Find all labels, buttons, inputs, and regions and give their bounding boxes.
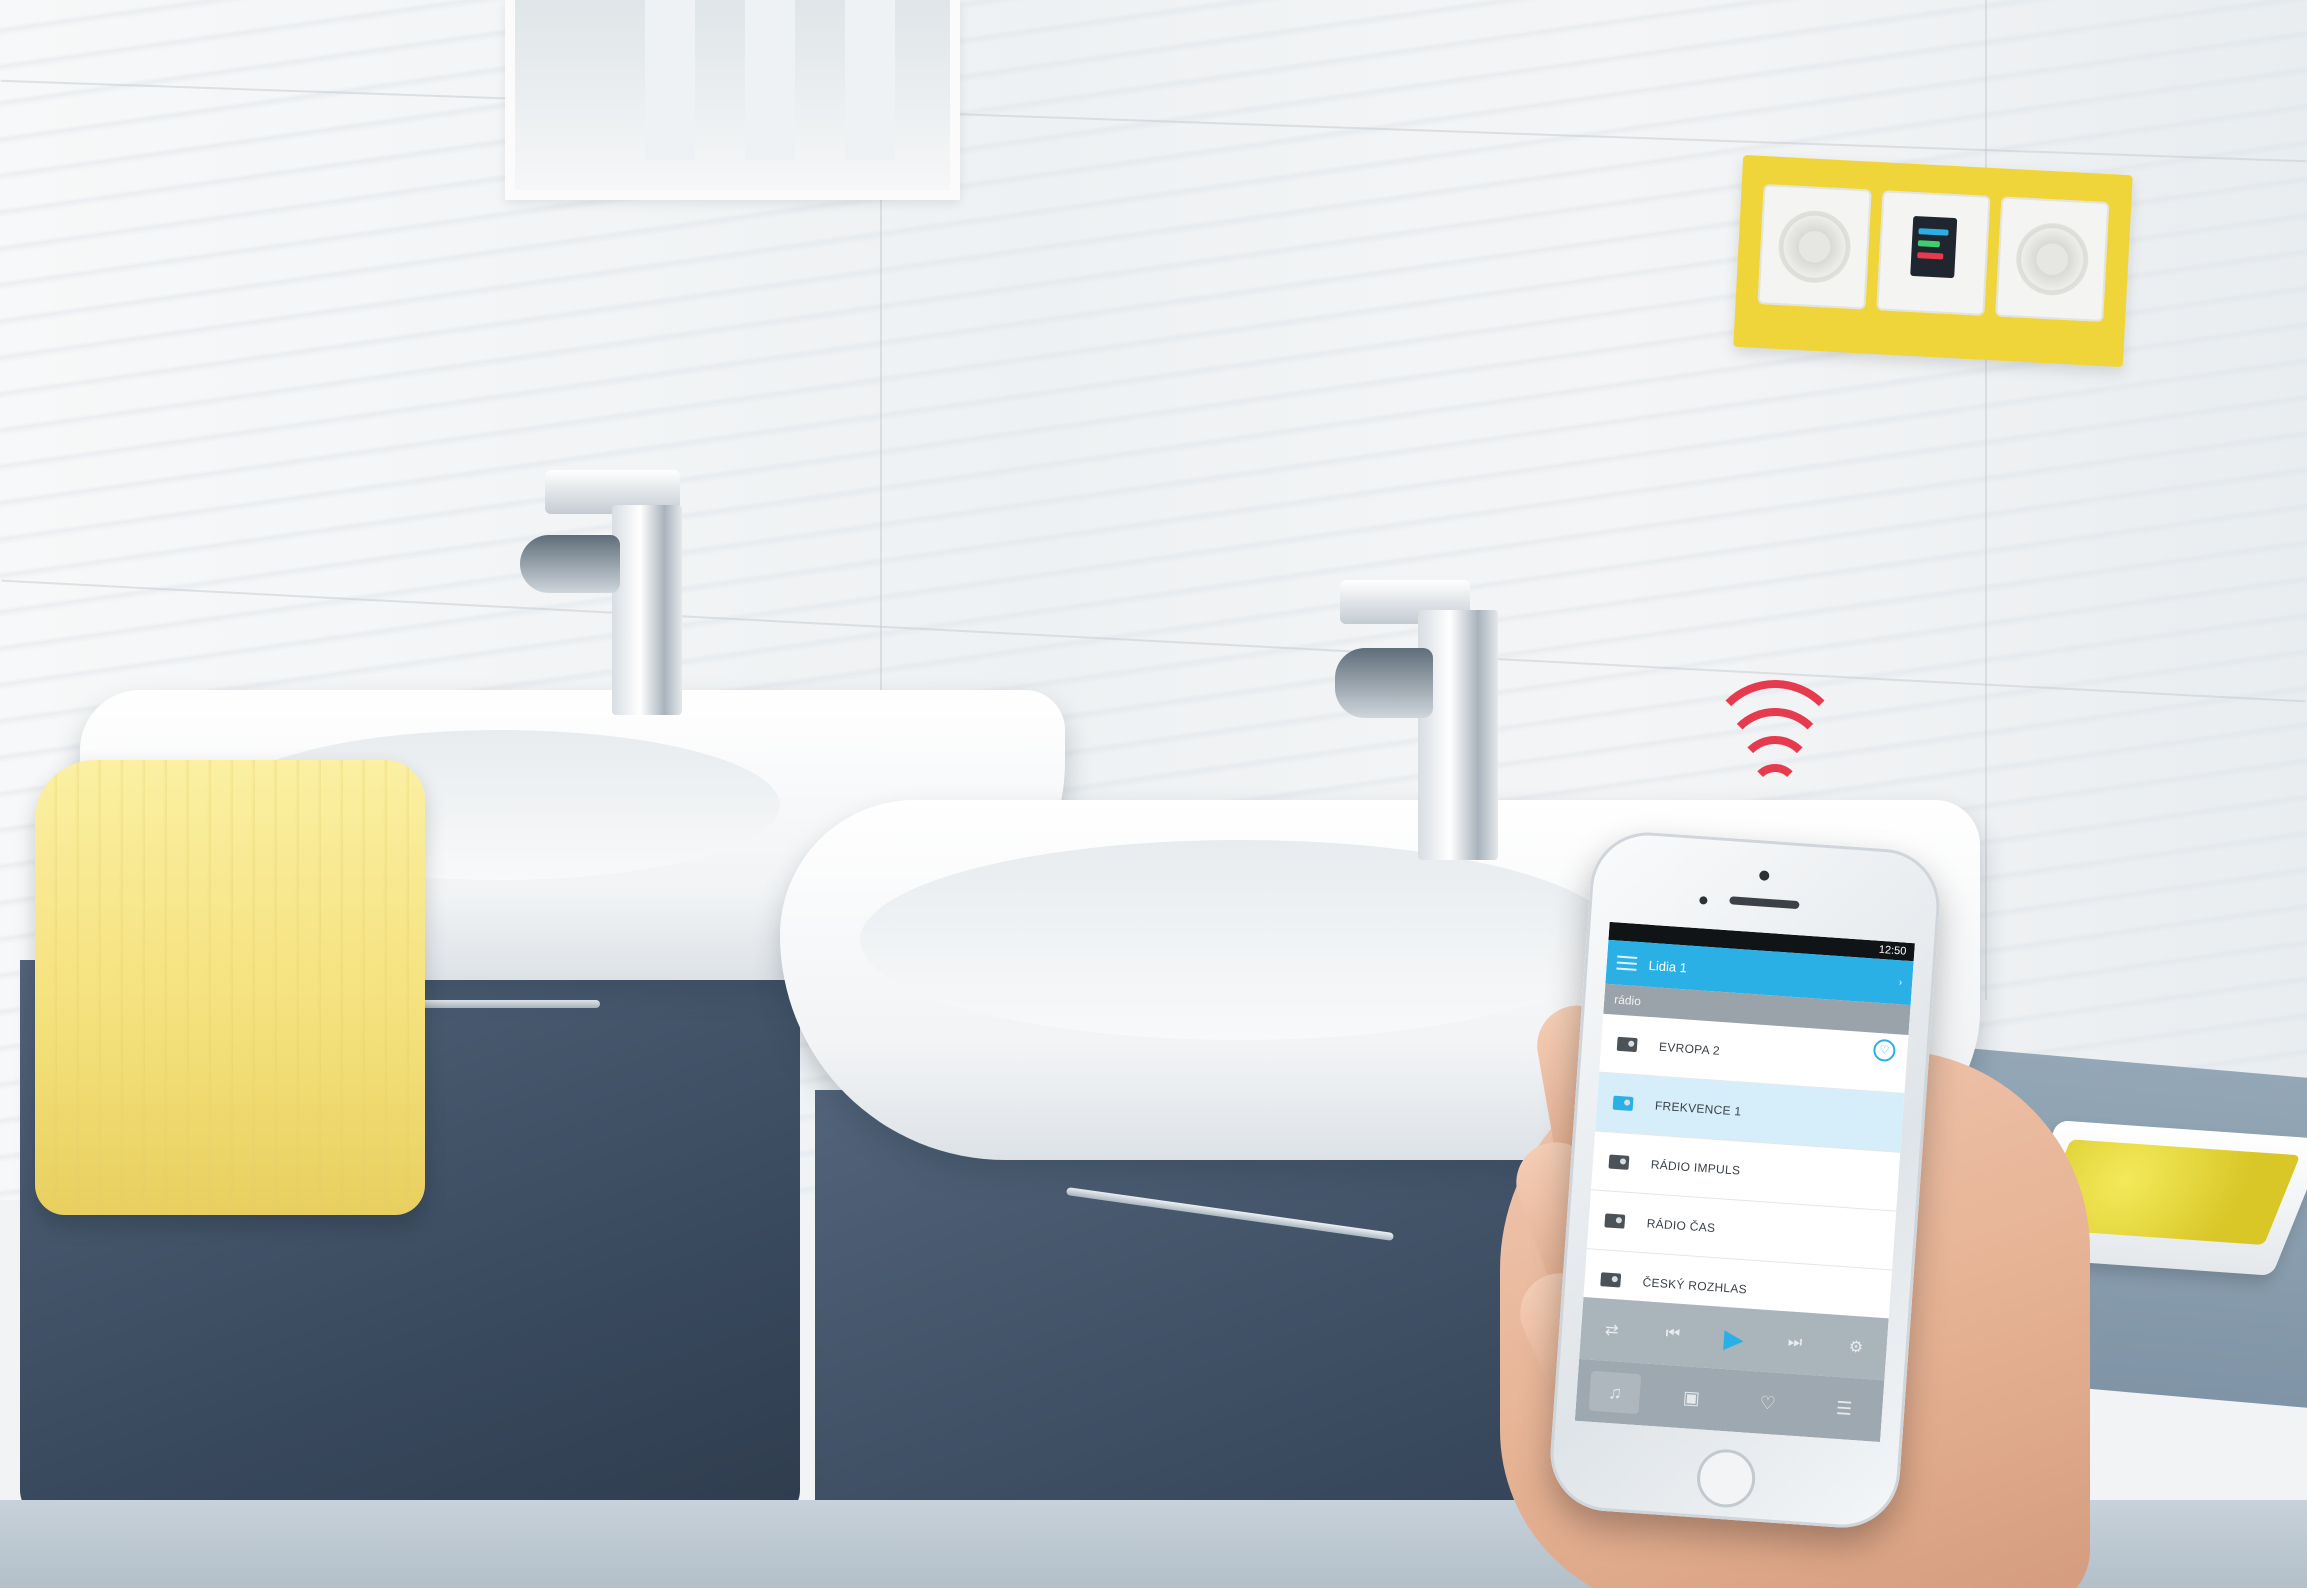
mirror-reflection: [745, 0, 795, 160]
earpiece-speaker: [1729, 896, 1800, 910]
settings-icon[interactable]: ⚙: [1840, 1336, 1871, 1358]
radio-display: [1910, 215, 1958, 279]
mirror-reflection: [645, 0, 695, 160]
wireless-signal-icon: [1705, 680, 1845, 830]
radio-icon: [1600, 1272, 1622, 1288]
station-name: ČESKÝ ROZHLAS: [1642, 1275, 1748, 1297]
station-name: RÁDIO IMPULS: [1650, 1157, 1741, 1178]
radio-icon: [1608, 1154, 1630, 1170]
left-speaker: [1757, 184, 1872, 310]
sink-basin: [860, 840, 1620, 1040]
radio-icon: [1616, 1036, 1638, 1053]
wall-radio-unit: [1733, 154, 2133, 368]
next-icon[interactable]: ⏭: [1779, 1333, 1810, 1353]
cabinet-handle: [1066, 1187, 1394, 1241]
speaker-grill: [1776, 208, 1853, 285]
status-time: 12:50: [1878, 943, 1907, 958]
play-icon[interactable]: ▶: [1718, 1322, 1750, 1355]
mirror-reflection: [845, 0, 895, 160]
tile-seam: [1985, 0, 1987, 1000]
station-name: RÁDIO ČAS: [1646, 1216, 1716, 1236]
radio-icon: [1612, 1095, 1634, 1111]
front-camera: [1758, 870, 1770, 881]
hamburger-menu-icon[interactable]: [1616, 955, 1638, 971]
yellow-towel: [35, 760, 425, 1215]
home-button[interactable]: [1695, 1447, 1758, 1510]
display-bar: [1917, 252, 1944, 260]
station-list: EVROPA 2 ♡ FREKVENCE 1 RÁDIO IMPULS RÁDI…: [1582, 1013, 1909, 1330]
display-bar: [1917, 240, 1941, 248]
mirror: [505, 0, 960, 200]
previous-icon[interactable]: ⏮: [1657, 1324, 1688, 1344]
shuffle-icon[interactable]: ⇄: [1596, 1319, 1627, 1341]
zone-title: Lidia 1: [1648, 957, 1688, 975]
station-name: EVROPA 2: [1658, 1039, 1721, 1058]
radio-icon: [1604, 1213, 1626, 1229]
favorites-tab-icon[interactable]: ♡: [1741, 1381, 1794, 1424]
phone-screen: 12:50 Lidia 1 › rádio EVROPA 2 ♡ FREKVEN…: [1574, 921, 1915, 1443]
faucet-body: [612, 505, 682, 715]
proximity-sensor: [1699, 896, 1708, 905]
speaker-grill: [2014, 221, 2091, 298]
stations-tab-icon[interactable]: ☰: [1818, 1387, 1871, 1430]
radio-tab-icon[interactable]: ♫: [1588, 1370, 1642, 1415]
signal-arc: [1750, 764, 1800, 814]
favorite-heart-icon[interactable]: ♡: [1872, 1038, 1897, 1063]
bathroom-scene: 12:50 Lidia 1 › rádio EVROPA 2 ♡ FREKVEN…: [0, 0, 2307, 1588]
smartphone: 12:50 Lidia 1 › rádio EVROPA 2 ♡ FREKVEN…: [1546, 828, 1944, 1532]
display-bar: [1918, 228, 1949, 236]
faucet-spout: [520, 535, 620, 593]
media-tab-icon[interactable]: ▣: [1665, 1376, 1718, 1419]
station-name: FREKVENCE 1: [1654, 1098, 1742, 1119]
radio-control-module: [1876, 190, 1991, 316]
right-speaker: [1995, 196, 2110, 322]
header-action[interactable]: ›: [1898, 977, 1902, 988]
chevron-right-icon[interactable]: ›: [1898, 977, 1902, 988]
faucet-body: [1418, 610, 1498, 860]
faucet-spout: [1335, 648, 1433, 718]
